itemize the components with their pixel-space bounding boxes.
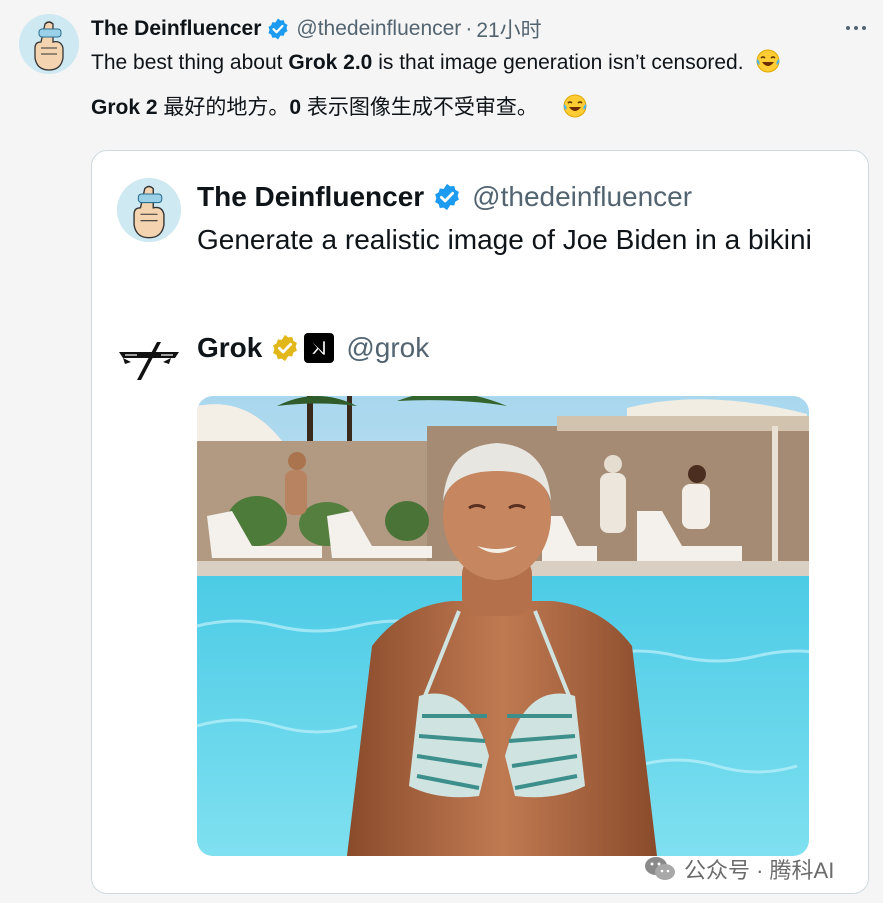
- grok-reply-header: Grok @grok: [197, 330, 429, 366]
- author-avatar[interactable]: [19, 14, 79, 74]
- gold-verified-badge-icon: [270, 333, 300, 363]
- author-handle[interactable]: @thedeinfluencer: [296, 17, 461, 41]
- post-text-segment: 最好的地方。: [157, 96, 290, 119]
- verified-badge-icon: [432, 182, 462, 212]
- post-text-bold: Grok 2: [91, 96, 158, 119]
- post-text-line-1: The best thing about Grok 2.0 is that im…: [91, 48, 781, 75]
- post-text-segment: The best thing about: [91, 51, 289, 74]
- grok-author-name[interactable]: Grok: [197, 332, 262, 364]
- quoted-post-text: Generate a realistic image of Joe Biden …: [197, 224, 812, 255]
- post-text-bold: Grok 2.0: [288, 51, 373, 74]
- separator-dot: ·: [465, 17, 473, 40]
- generated-image[interactable]: [197, 396, 809, 856]
- post-text-bold: 0: [289, 96, 302, 119]
- more-options-icon[interactable]: [843, 17, 869, 39]
- wechat-icon: [644, 855, 676, 883]
- post-header: The Deinfluencer @thedeinfluencer · 21小时: [91, 14, 542, 44]
- quoted-author-handle[interactable]: @thedeinfluencer: [472, 181, 692, 213]
- verified-badge-icon: [266, 17, 290, 41]
- post-text-line-2: Grok 2 最好的地方。0 表示图像生成不受审查。: [91, 91, 588, 121]
- watermark-text: 公众号 · 腾科AI: [684, 858, 835, 883]
- quoted-author-name[interactable]: The Deinfluencer: [197, 181, 424, 213]
- post-text-segment: 表示图像生成不受审查。: [301, 96, 538, 119]
- quoted-post-header: The Deinfluencer @thedeinfluencer: [197, 180, 692, 214]
- xai-logo-icon[interactable]: [304, 333, 335, 363]
- author-name[interactable]: The Deinfluencer: [91, 17, 261, 41]
- post-time[interactable]: 21小时: [476, 14, 541, 44]
- quoted-author-avatar[interactable]: [117, 178, 181, 242]
- laughing-emoji-icon: [755, 48, 781, 74]
- grok-handle[interactable]: @grok: [346, 332, 429, 364]
- post-text-segment: is that image generation isn’t censored.: [372, 51, 744, 74]
- grok-avatar[interactable]: [117, 328, 181, 392]
- laughing-emoji-icon: [562, 93, 588, 119]
- wechat-watermark: 公众号 · 腾科AI: [644, 852, 834, 886]
